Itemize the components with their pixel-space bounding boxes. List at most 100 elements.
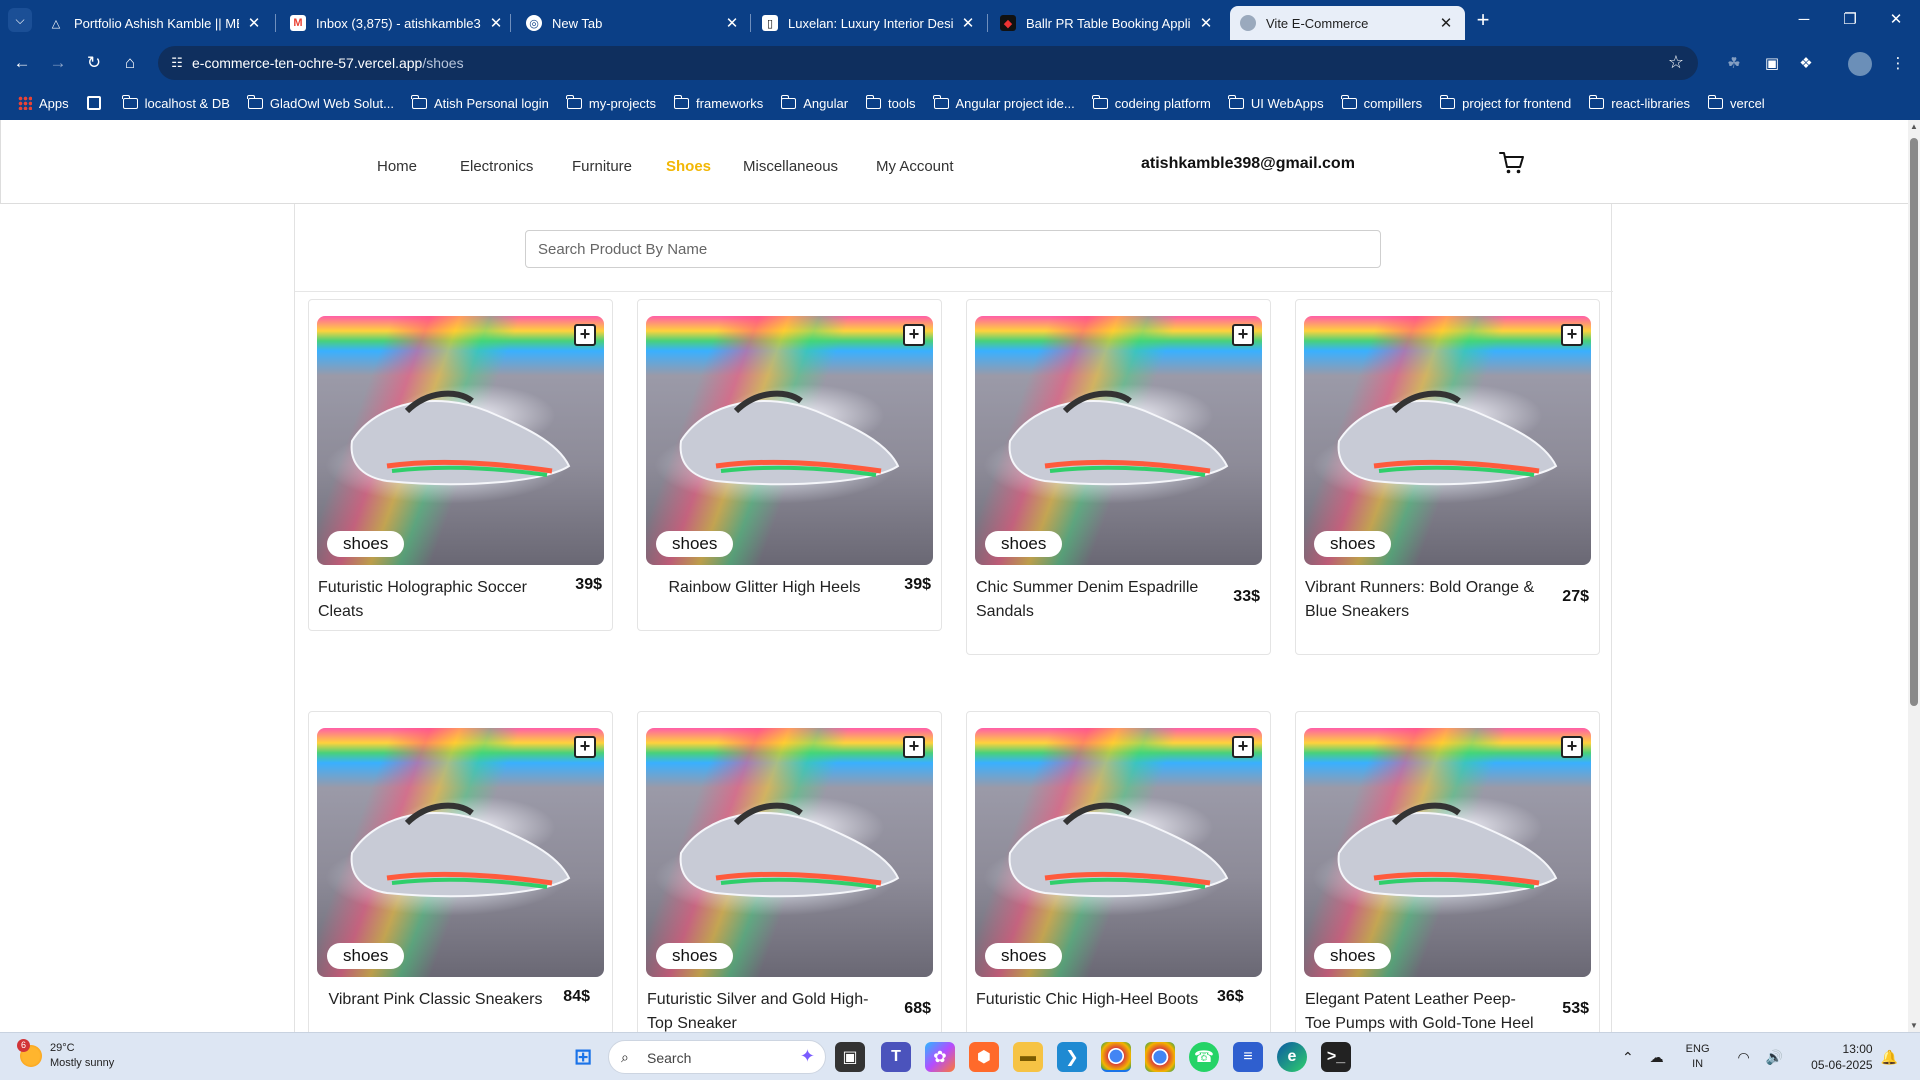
taskbar-search[interactable]: ⌕ Search ✦: [608, 1040, 826, 1074]
nav-shoes[interactable]: Shoes: [666, 158, 711, 175]
nav-my-account[interactable]: My Account: [876, 158, 954, 175]
product-card[interactable]: + shoes Vibrant Runners: Bold Orange & B…: [1295, 299, 1600, 655]
page-scrollbar[interactable]: ▲ ▼: [1908, 120, 1920, 1032]
add-to-cart-plus-icon[interactable]: +: [903, 736, 925, 758]
bookmark-folder[interactable]: compillers: [1341, 94, 1422, 111]
teams-icon[interactable]: T: [881, 1042, 911, 1072]
notepad-icon[interactable]: ≡: [1233, 1042, 1263, 1072]
bookmark-apps[interactable]: Apps: [18, 96, 69, 111]
bookmark-folder[interactable]: Angular: [780, 94, 848, 111]
bookmark-folder[interactable]: GladOwl Web Solut...: [247, 94, 394, 111]
window-close-icon[interactable]: ✕: [1876, 6, 1916, 34]
site-info-icon[interactable]: ☷: [168, 54, 186, 72]
terminal-icon[interactable]: >_: [1321, 1042, 1351, 1072]
product-card[interactable]: + shoes Rainbow Glitter High Heels 39$: [637, 299, 942, 631]
bookmark-folder[interactable]: project for frontend: [1439, 94, 1571, 111]
minimize-icon[interactable]: ─: [1784, 6, 1824, 34]
sublime-xampp-icon[interactable]: ⬢: [969, 1042, 999, 1072]
product-name: Rainbow Glitter High Heels: [668, 579, 861, 596]
extensions-puzzle-icon[interactable]: ❖: [1794, 52, 1818, 76]
weather-widget[interactable]: 6 29°C Mostly sunny: [17, 1039, 114, 1071]
back-arrow-icon[interactable]: ←: [8, 49, 36, 77]
bookmark-star-icon[interactable]: ☆: [1668, 52, 1684, 73]
page-icon: ▯: [762, 15, 778, 31]
bookmark-folder[interactable]: Atish Personal login: [411, 94, 549, 111]
language-indicator[interactable]: ENG IN: [1686, 1042, 1710, 1072]
menu-kebab-icon[interactable]: ⋮: [1886, 52, 1910, 76]
windows-start-icon[interactable]: ⊞: [568, 1042, 598, 1072]
tab-portfolio[interactable]: △ Portfolio Ashish Kamble || MERN ✕: [38, 6, 273, 40]
whatsapp-icon[interactable]: ☎: [1189, 1042, 1219, 1072]
tab-new-tab[interactable]: ◎ New Tab ✕: [516, 6, 751, 40]
new-tab-plus-icon[interactable]: +: [1470, 8, 1496, 34]
add-to-cart-plus-icon[interactable]: +: [574, 736, 596, 758]
tab-search-chevron-icon[interactable]: ⌵: [8, 8, 32, 32]
bookmark-folder[interactable]: codeing platform: [1092, 94, 1211, 111]
close-icon[interactable]: ✕: [487, 14, 505, 32]
product-card[interactable]: + shoes Vibrant Pink Classic Sneakers 84…: [308, 711, 613, 1032]
scroll-up-arrow-icon[interactable]: ▲: [1909, 122, 1919, 131]
reload-icon[interactable]: ↻: [80, 49, 108, 77]
bookmark-folder[interactable]: UI WebApps: [1228, 94, 1324, 111]
bookmark-folder[interactable]: react-libraries: [1588, 94, 1690, 111]
nav-home[interactable]: Home: [377, 158, 417, 175]
add-to-cart-plus-icon[interactable]: +: [1561, 324, 1583, 346]
chevron-up-icon[interactable]: ⌃: [1622, 1049, 1634, 1066]
notification-bell-icon[interactable]: 🔔: [1881, 1049, 1898, 1066]
tab-vite-ecommerce[interactable]: Vite E-Commerce ✕: [1230, 6, 1465, 40]
product-name: Chic Summer Denim Espadrille Sandals: [976, 579, 1199, 620]
close-icon[interactable]: ✕: [723, 14, 741, 32]
bookmark-folder[interactable]: tools: [865, 94, 916, 111]
chrome-profile-icon[interactable]: [1145, 1042, 1175, 1072]
add-to-cart-plus-icon[interactable]: +: [1232, 736, 1254, 758]
tab-luxelan[interactable]: ▯ Luxelan: Luxury Interior Design ✕: [752, 6, 987, 40]
tab-inbox[interactable]: M Inbox (3,875) - atishkamble398@gmail.c…: [280, 6, 515, 40]
wifi-icon[interactable]: ◠: [1738, 1049, 1750, 1066]
extension-icon[interactable]: ☘: [1722, 52, 1746, 76]
profile-avatar[interactable]: [1848, 52, 1872, 76]
task-view-icon[interactable]: ▣: [835, 1042, 865, 1072]
tab-ballr[interactable]: ◆ Ballr PR Table Booking Application ✕: [990, 6, 1225, 40]
close-icon[interactable]: ✕: [1437, 14, 1455, 32]
volume-icon[interactable]: 🔊: [1766, 1049, 1783, 1066]
add-to-cart-plus-icon[interactable]: +: [574, 324, 596, 346]
product-card[interactable]: + shoes Futuristic Chic High-Heel Boots …: [966, 711, 1271, 1032]
cast-icon[interactable]: ▣: [1760, 52, 1784, 76]
forward-arrow-icon[interactable]: →: [44, 49, 72, 77]
search-input[interactable]: [525, 230, 1381, 268]
bookmark-folder[interactable]: frameworks: [673, 94, 763, 111]
nav-electronics[interactable]: Electronics: [460, 158, 533, 175]
product-card[interactable]: + shoes Futuristic Silver and Gold High-…: [637, 711, 942, 1032]
bookmark-folder[interactable]: my-projects: [566, 94, 656, 111]
home-icon[interactable]: ⌂: [116, 49, 144, 77]
close-icon[interactable]: ✕: [959, 14, 977, 32]
scrollbar-thumb[interactable]: [1910, 138, 1918, 706]
bookmark-label: Apps: [39, 95, 69, 111]
bookmark-folder[interactable]: Angular project ide...: [933, 94, 1075, 111]
close-icon[interactable]: ✕: [245, 14, 263, 32]
cart-icon[interactable]: [1499, 150, 1525, 176]
add-to-cart-plus-icon[interactable]: +: [1232, 324, 1254, 346]
clock[interactable]: 13:00 05-06-2025: [1811, 1041, 1872, 1073]
nav-miscellaneous[interactable]: Miscellaneous: [743, 158, 838, 175]
nav-furniture[interactable]: Furniture: [572, 158, 632, 175]
scroll-down-arrow-icon[interactable]: ▼: [1909, 1021, 1919, 1030]
address-bar[interactable]: ☷ e-commerce-ten-ochre-57.vercel.app/sho…: [158, 46, 1698, 80]
file-explorer-icon[interactable]: ▬: [1013, 1042, 1043, 1072]
bookmark-folder[interactable]: localhost & DB: [122, 94, 230, 111]
add-to-cart-plus-icon[interactable]: +: [903, 324, 925, 346]
onedrive-off-icon[interactable]: ☁: [1650, 1049, 1664, 1066]
product-card[interactable]: + shoes Chic Summer Denim Espadrille San…: [966, 299, 1271, 655]
product-price: 39$: [575, 576, 602, 593]
chrome-taskbar-icon[interactable]: [1101, 1042, 1131, 1072]
product-card[interactable]: + shoes Futuristic Holographic Soccer Cl…: [308, 299, 613, 631]
bookmark-grid[interactable]: [86, 96, 105, 110]
edge-icon[interactable]: e: [1277, 1042, 1307, 1072]
restore-icon[interactable]: ❐: [1830, 6, 1870, 34]
close-icon[interactable]: ✕: [1197, 14, 1215, 32]
bookmark-folder[interactable]: vercel: [1707, 94, 1765, 111]
copilot-icon[interactable]: ✿: [925, 1042, 955, 1072]
add-to-cart-plus-icon[interactable]: +: [1561, 736, 1583, 758]
product-card[interactable]: + shoes Elegant Patent Leather Peep-Toe …: [1295, 711, 1600, 1032]
vscode-icon[interactable]: ❯: [1057, 1042, 1087, 1072]
